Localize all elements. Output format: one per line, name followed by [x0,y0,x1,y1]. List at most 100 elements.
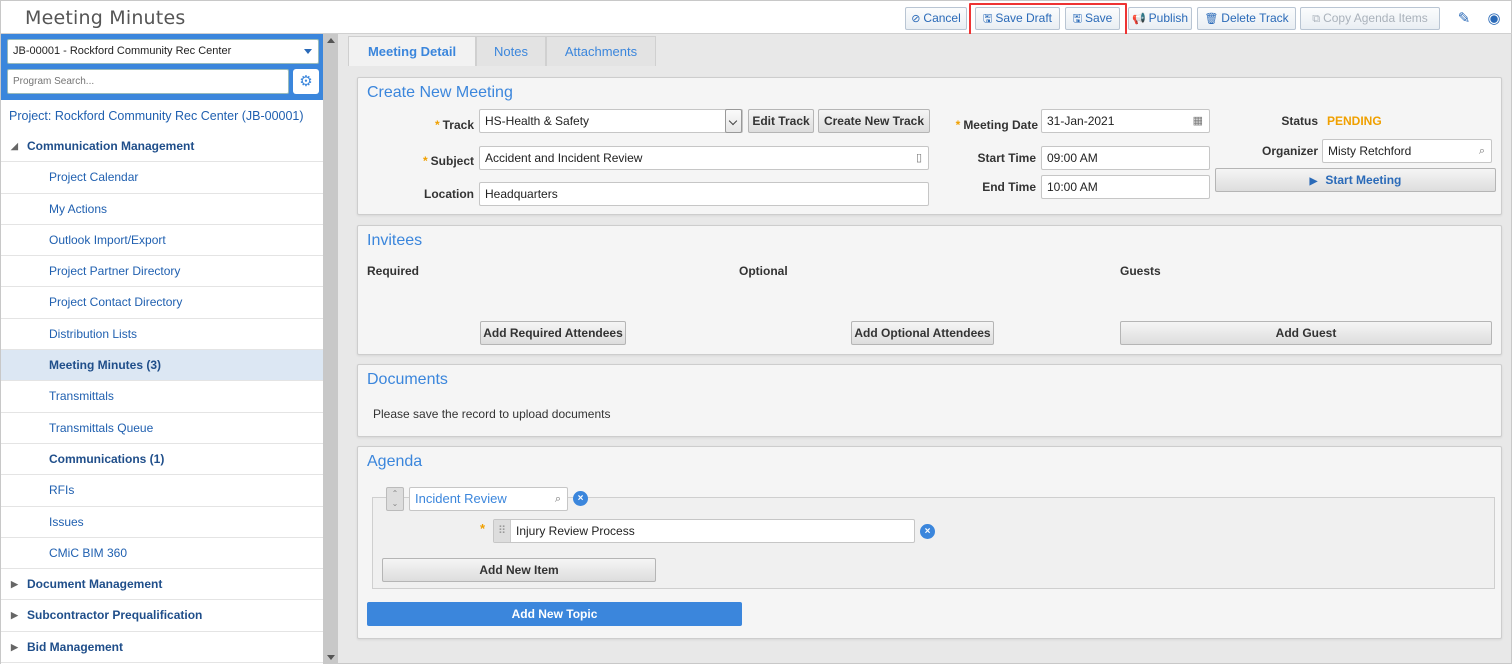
program-search-input[interactable] [7,69,289,94]
sidebar-item-label: Issues [49,514,84,529]
sidebar-item-partner-directory[interactable]: Project Partner Directory [1,256,324,288]
project-select[interactable]: JB-00001 - Rockford Community Rec Center [7,39,319,64]
sidebar-item-rfis[interactable]: RFIs [1,475,324,507]
add-required-button[interactable]: Add Required Attendees [480,321,626,345]
organizer-input[interactable]: Misty Retchford ⌕ [1322,139,1492,163]
sidebar-item-issues[interactable]: Issues [1,507,324,538]
sidebar-item-meeting-minutes[interactable]: Meeting Minutes (3) [1,350,324,382]
topic-value: Incident Review [415,491,507,506]
scroll-up-icon[interactable] [327,38,335,43]
track-label: * Track [418,118,474,132]
create-track-button[interactable]: Create New Track [818,109,930,133]
sidebar-scrollbar[interactable] [323,34,338,664]
location-label: Location [424,187,474,201]
cancel-button[interactable]: ⊘ Cancel [905,7,967,30]
calendar-icon[interactable]: ▦ [1193,110,1203,132]
track-label-text: Track [442,118,474,132]
trash-icon: 🗑 [1204,13,1219,25]
required-marker: * [480,521,486,536]
add-guest-button[interactable]: Add Guest [1120,321,1492,345]
play-icon: ▶ [1309,176,1318,187]
optional-heading: Optional [739,264,788,278]
reorder-icon[interactable]: ⌃ ⌄ [386,487,404,511]
sidebar-group-document-management[interactable]: ▶ Document Management [1,569,324,601]
sidebar-item-label: Outlook Import/Export [49,232,166,247]
sidebar-item-project-calendar[interactable]: Project Calendar [1,162,324,194]
chevron-down-icon[interactable] [725,109,742,133]
publish-button[interactable]: 📢 Publish [1128,7,1192,30]
topic-input[interactable]: Incident Review ⌕ [409,487,568,511]
caret-down-icon: ◢ [11,141,18,151]
location-input[interactable]: Headquarters [479,182,929,206]
sidebar-item-transmittals-queue[interactable]: Transmittals Queue [1,413,324,444]
tab-bar: Meeting Detail Notes Attachments [348,34,1511,66]
location-value: Headquarters [485,187,558,201]
start-meeting-button[interactable]: ▶ Start Meeting [1215,168,1496,192]
sidebar-item-my-actions[interactable]: My Actions [1,194,324,225]
status-badge: PENDING [1327,114,1382,128]
tab-notes[interactable]: Notes [476,36,546,66]
end-time-value: 10:00 AM [1047,180,1098,194]
sidebar-item-label: Distribution Lists [49,326,138,341]
add-optional-button[interactable]: Add Optional Attendees [851,321,994,345]
status-label: Status [1281,114,1318,128]
meeting-date-input[interactable]: 31-Jan-2021 ▦ [1041,109,1210,133]
add-item-button[interactable]: Add New Item [382,558,656,582]
tab-attachments[interactable]: Attachments [546,36,656,66]
copy-icon: ⧉ [1312,13,1321,25]
remove-topic-icon[interactable]: × [573,491,588,506]
agenda-panel: Agenda Add New Item ⌃ ⌄ Incident Review ⌕… [357,446,1502,639]
start-time-value: 09:00 AM [1047,151,1098,165]
project-select-value: JB-00001 - Rockford Community Rec Center [13,45,232,57]
required-heading: Required [367,264,420,278]
subject-value: Accident and Incident Review [485,151,643,165]
sidebar-group-subcontractor[interactable]: ▶ Subcontractor Prequalification [1,600,324,632]
meeting-date-value: 31-Jan-2021 [1047,114,1115,128]
delete-track-button[interactable]: 🗑 Delete Track [1197,7,1296,30]
sidebar-item-contact-directory[interactable]: Project Contact Directory [1,287,324,319]
meeting-date-label: * Meeting Date [948,118,1038,132]
main-content: Meeting Detail Notes Attachments Create … [338,34,1512,664]
project-link[interactable]: Project: Rockford Community Rec Center (… [9,109,304,123]
edit-track-button[interactable]: Edit Track [748,109,814,133]
end-time-input[interactable]: 10:00 AM [1041,175,1210,199]
sidebar-item-label: Transmittals [49,389,114,404]
meeting-date-label-text: Meeting Date [963,118,1038,132]
sidebar-item-label: Meeting Minutes (3) [49,358,162,373]
search-icon[interactable]: ⌕ [555,488,561,510]
delete-track-label: Delete Track [1221,11,1289,25]
scroll-down-icon[interactable] [327,655,335,660]
user-icon[interactable]: ◉ [1485,10,1503,28]
tab-meeting-detail[interactable]: Meeting Detail [348,36,476,66]
organizer-label: Organizer [1261,144,1318,158]
sidebar-item-outlook[interactable]: Outlook Import/Export [1,225,324,257]
sidebar-item-label: Project Calendar [49,170,139,185]
agenda-item-input[interactable]: ⠿ Injury Review Process [493,519,915,543]
panel-title: Documents [367,371,448,388]
organizer-value: Misty Retchford [1328,144,1412,158]
sidebar-item-label: RFIs [49,483,75,498]
drag-handle-icon[interactable]: ⠿ [494,520,511,542]
copy-agenda-button[interactable]: ⧉ Copy Agenda Items [1300,7,1440,30]
edit-icon[interactable]: ✎ [1455,10,1473,28]
gear-icon[interactable]: ⚙ [293,69,319,94]
sidebar-header: JB-00001 - Rockford Community Rec Center… [1,34,324,100]
search-icon[interactable]: ⌕ [1479,140,1485,162]
sidebar-item-bim360[interactable]: CMiC BIM 360 [1,538,324,570]
sidebar-item-label: CMiC BIM 360 [49,545,128,560]
end-time-label: End Time [982,180,1036,194]
subject-input[interactable]: Accident and Incident Review ▯ [479,146,929,170]
sidebar-item-distribution-lists[interactable]: Distribution Lists [1,319,324,351]
sidebar-group-bid-management[interactable]: ▶ Bid Management [1,632,324,664]
add-topic-button[interactable]: Add New Topic [367,602,742,626]
sidebar-item-transmittals[interactable]: Transmittals [1,381,324,413]
copy-agenda-label: Copy Agenda Items [1323,11,1428,25]
sidebar-item-label: Project Partner Directory [49,264,181,279]
invitees-panel: Invitees Required Optional Guests Add Re… [357,225,1502,355]
sidebar-item-communications[interactable]: Communications (1) [1,444,324,476]
sidebar-group-communication[interactable]: ◢ Communication Management [1,131,324,163]
track-select[interactable]: HS-Health & Safety [479,109,743,133]
remove-item-icon[interactable]: × [920,524,935,539]
publish-label: Publish [1148,11,1189,25]
start-time-input[interactable]: 09:00 AM [1041,146,1210,170]
